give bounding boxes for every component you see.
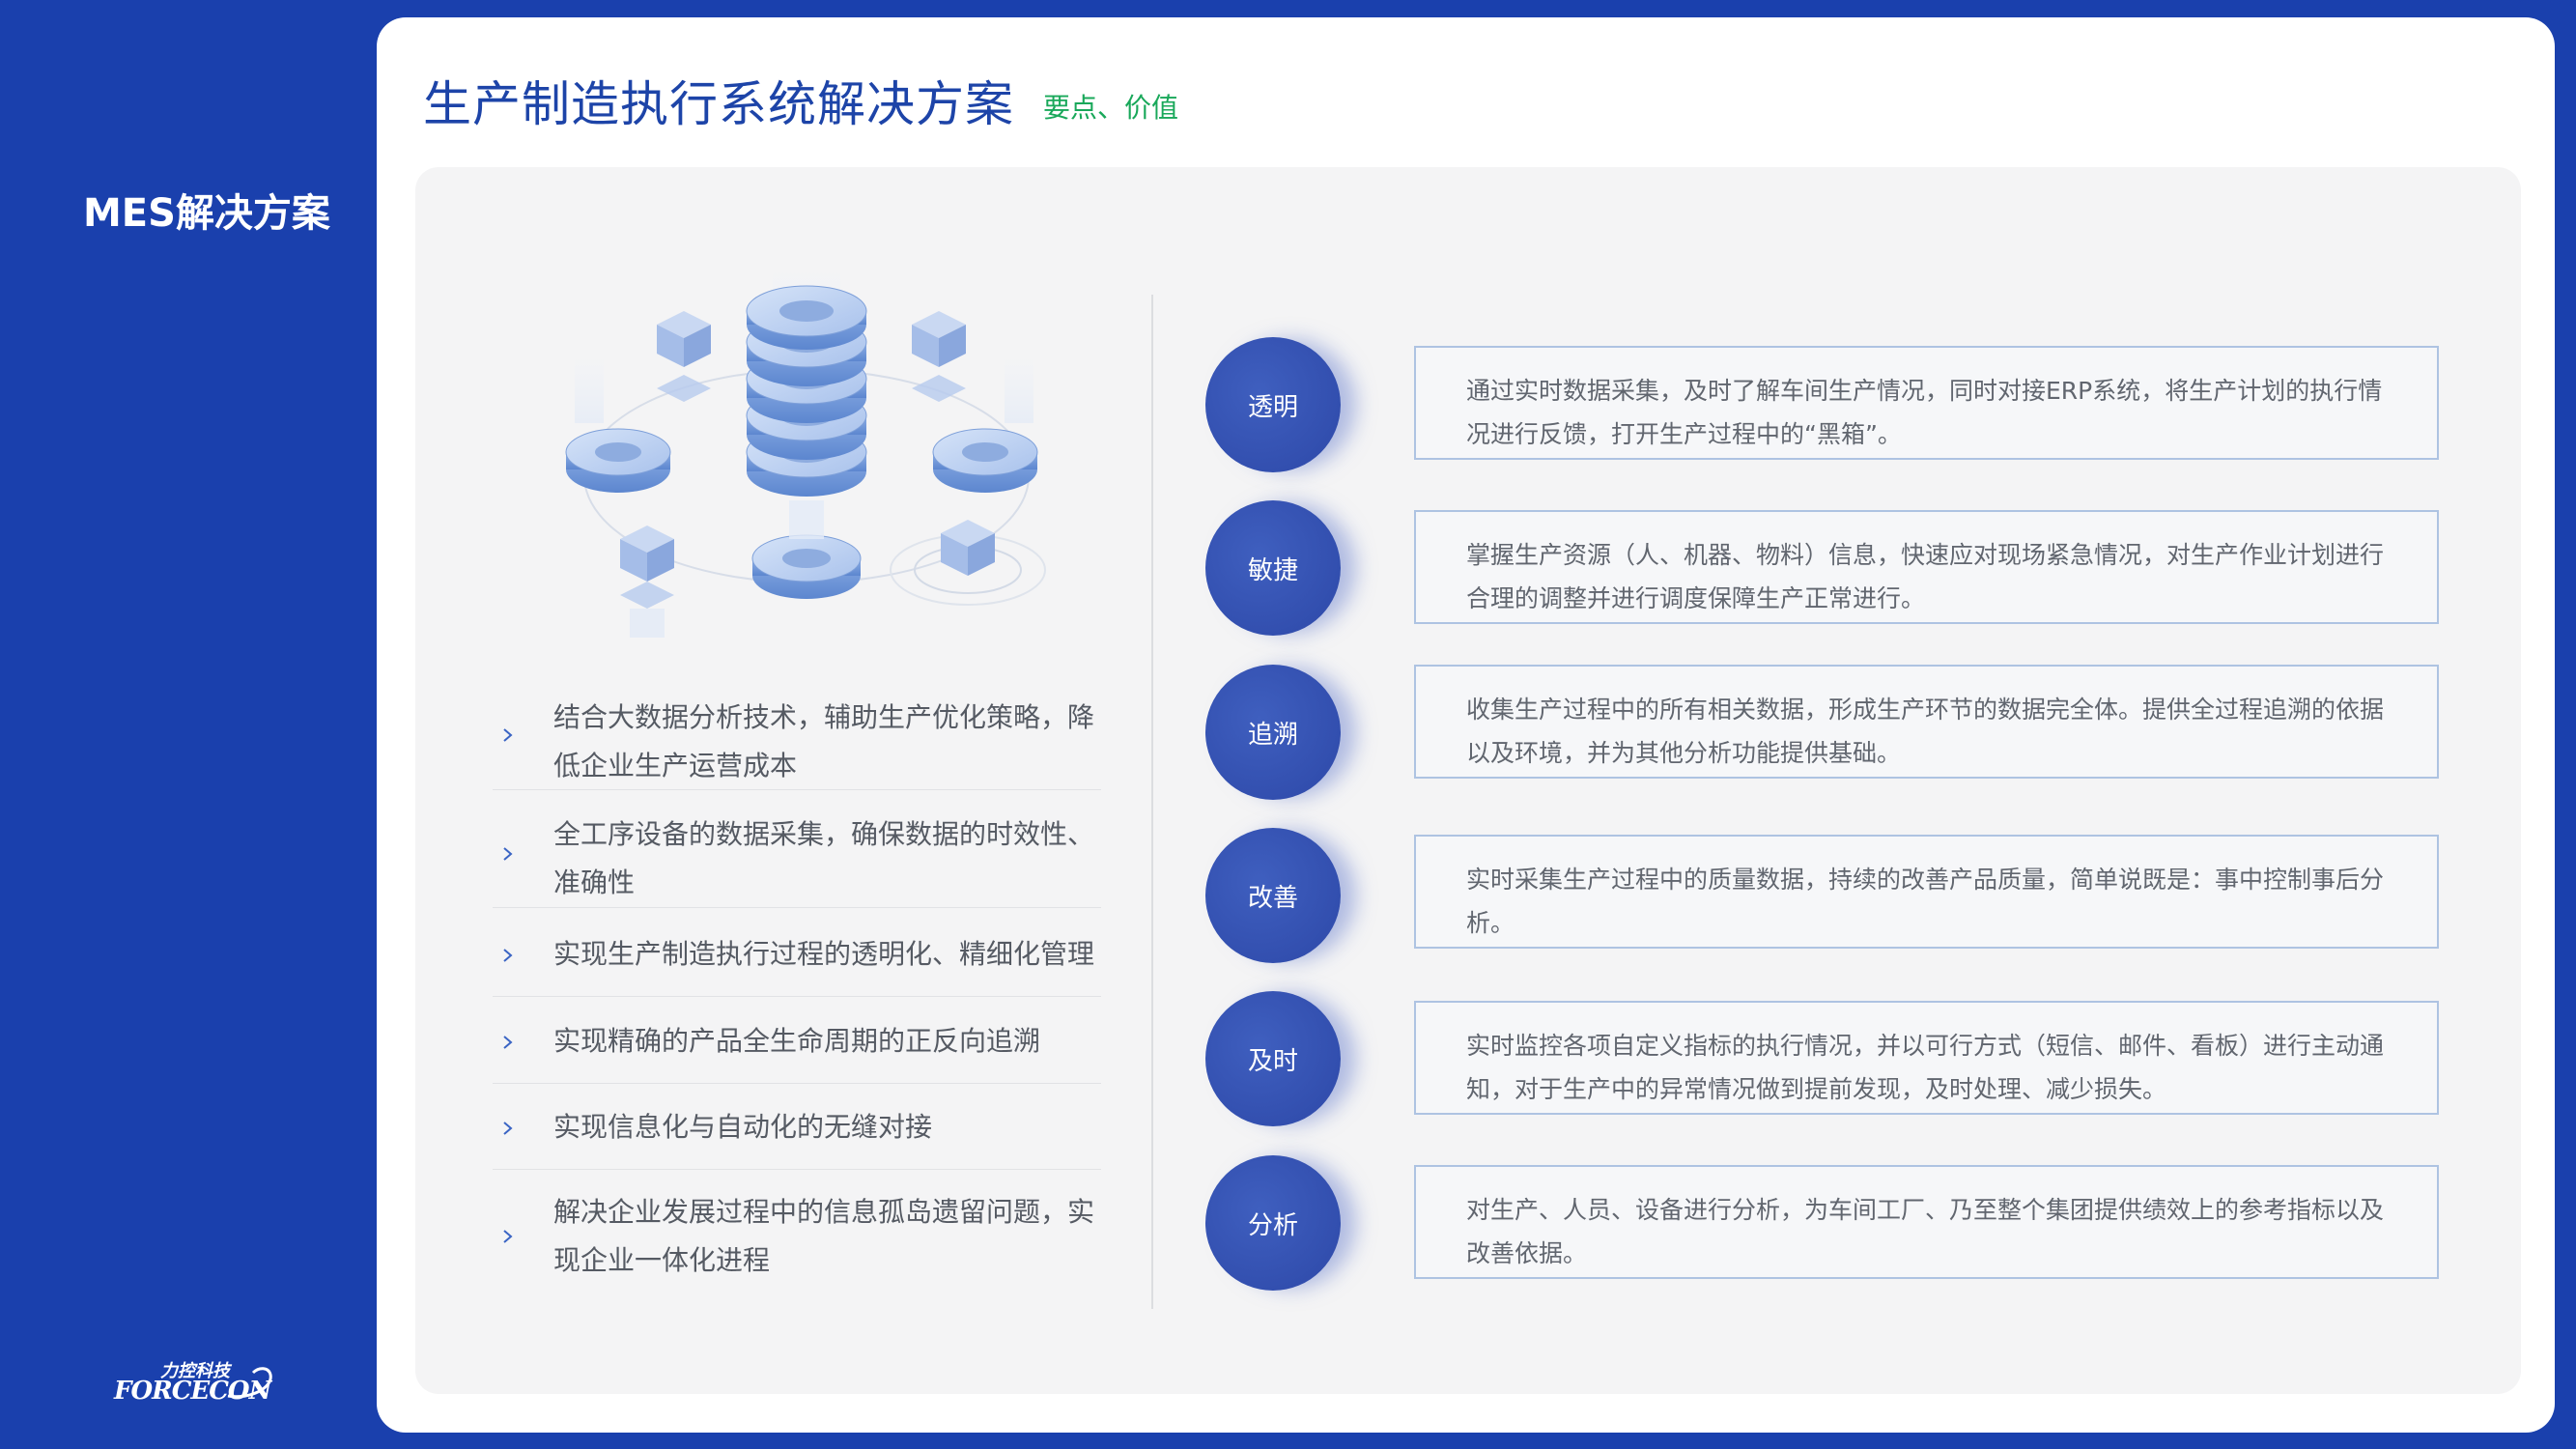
- list-item: 全工序设备的数据采集，确保数据的时效性、准确性: [493, 801, 1101, 908]
- list-item-text: 实现生产制造执行过程的透明化、精细化管理: [553, 938, 1095, 970]
- feature-description: 实时采集生产过程中的质量数据，持续的改善产品质量，简单说既是：事中控制事后分析。: [1466, 866, 2385, 937]
- feature-card-traceability: 收集生产过程中的所有相关数据，形成生产环节的数据完全体。提供全过程追溯的依据以及…: [1414, 665, 2439, 779]
- list-item-text: 解决企业发展过程中的信息孤岛遗留问题，实现企业一体化进程: [553, 1196, 1095, 1276]
- feature-badge-analysis: 分析: [1205, 1155, 1341, 1291]
- chevron-right-icon: [503, 1036, 513, 1049]
- chevron-right-icon: [503, 1230, 513, 1243]
- left-ring: [565, 428, 671, 493]
- chevron-right-icon: [503, 728, 513, 742]
- feature-description: 通过实时数据采集，及时了解车间生产情况，同时对接ERP系统，将生产计划的执行情况…: [1466, 377, 2383, 448]
- page-title: 生产制造执行系统解决方案: [423, 76, 1014, 132]
- cube-bottom-left: [620, 526, 674, 638]
- feature-badge-agile: 敏捷: [1205, 500, 1341, 636]
- feature-card-timely: 实时监控各项自定义指标的执行情况，并以可行方式（短信、邮件、看板）进行主动通知，…: [1414, 1001, 2439, 1115]
- feature-description: 对生产、人员、设备进行分析，为车间工厂、乃至整个集团提供绩效上的参考指标以及改善…: [1466, 1196, 2385, 1267]
- list-item-text: 实现精确的产品全生命周期的正反向追溯: [553, 1025, 1041, 1057]
- feature-badge-improvement: 改善: [1205, 828, 1341, 963]
- feature-description: 掌握生产资源（人、机器、物料）信息，快速应对现场紧急情况，对生产作业计划进行合理…: [1466, 541, 2385, 612]
- feature-description: 实时监控各项自定义指标的执行情况，并以可行方式（短信、邮件、看板）进行主动通知，…: [1466, 1032, 2385, 1103]
- feature-description: 收集生产过程中的所有相关数据，形成生产环节的数据完全体。提供全过程追溯的依据以及…: [1466, 696, 2385, 767]
- list-item-text: 结合大数据分析技术，辅助生产优化策略，降低企业生产运营成本: [553, 701, 1095, 781]
- sidebar-title: MES解决方案: [83, 191, 330, 236]
- cube-bottom-right: [890, 520, 1046, 606]
- chevron-right-icon: [503, 1122, 513, 1135]
- database-illustration: [565, 269, 1046, 638]
- feature-badge-traceability: 追溯: [1205, 665, 1341, 800]
- list-item: 实现信息化与自动化的无缝对接: [493, 1092, 1101, 1170]
- feature-badge-timely: 及时: [1205, 991, 1341, 1126]
- page-subtitle: 要点、价值: [1043, 92, 1179, 124]
- feature-card-improvement: 实时采集生产过程中的质量数据，持续的改善产品质量，简单说既是：事中控制事后分析。: [1414, 835, 2439, 949]
- right-ring: [932, 428, 1038, 493]
- company-logo: 力控科技 FORCECON: [114, 1357, 278, 1407]
- chevron-right-icon: [503, 949, 513, 962]
- cube-top-left: [657, 311, 711, 402]
- list-item: 实现精确的产品全生命周期的正反向追溯: [493, 1006, 1101, 1084]
- feature-card-agile: 掌握生产资源（人、机器、物料）信息，快速应对现场紧急情况，对生产作业计划进行合理…: [1414, 510, 2439, 624]
- feature-card-analysis: 对生产、人员、设备进行分析，为车间工厂、乃至整个集团提供绩效上的参考指标以及改善…: [1414, 1165, 2439, 1279]
- feature-card-transparent: 通过实时数据采集，及时了解车间生产情况，同时对接ERP系统，将生产计划的执行情况…: [1414, 346, 2439, 460]
- cube-top-right: [912, 311, 966, 402]
- logo-en-text: FORCECON: [114, 1377, 271, 1406]
- db-stack: [746, 285, 867, 599]
- column-divider: [1151, 295, 1153, 1309]
- list-item: 实现生产制造执行过程的透明化、精细化管理: [493, 919, 1101, 997]
- chevron-right-icon: [503, 847, 513, 861]
- feature-badge-transparent: 透明: [1205, 337, 1341, 472]
- list-item: 结合大数据分析技术，辅助生产优化策略，降低企业生产运营成本: [493, 681, 1101, 790]
- list-item-text: 实现信息化与自动化的无缝对接: [553, 1111, 933, 1143]
- list-item: 解决企业发展过程中的信息孤岛遗留问题，实现企业一体化进程: [493, 1179, 1101, 1285]
- list-item-text: 全工序设备的数据采集，确保数据的时效性、准确性: [553, 818, 1095, 898]
